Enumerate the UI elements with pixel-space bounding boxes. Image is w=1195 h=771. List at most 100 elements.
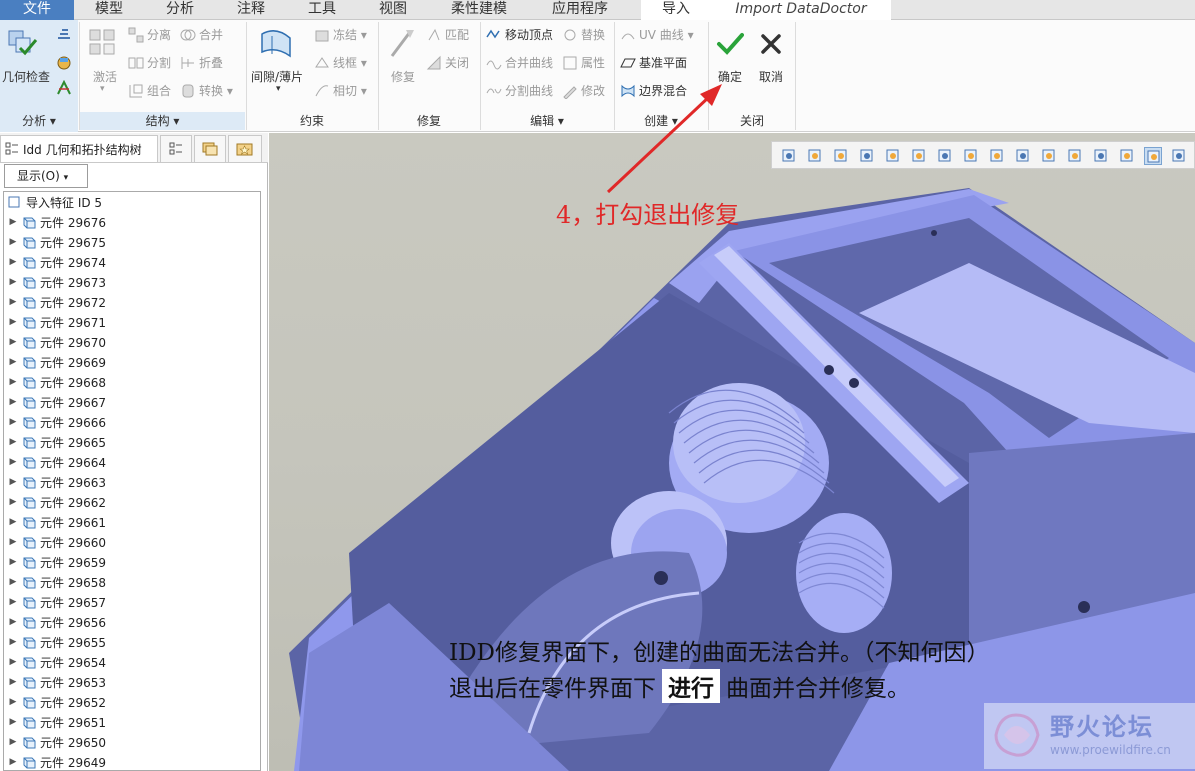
group-edit-label[interactable]: 编辑 ▾ [481,112,613,130]
activate-dropdown-icon[interactable]: ▾ [100,84,105,94]
tree-item-component[interactable]: ▶ 元件 29660 [7,532,106,552]
tree-item-component[interactable]: ▶ 元件 29673 [7,272,106,292]
tree-item-component[interactable]: ▶ 元件 29675 [7,232,106,252]
activate-label[interactable]: 激活 [93,68,117,85]
tree-item-component[interactable]: ▶ 元件 29654 [7,652,106,672]
spin-center-icon[interactable] [1144,147,1162,165]
tangent-button[interactable]: 相切 ▾ [314,82,367,99]
tree-item-component[interactable]: ▶ 元件 29663 [7,472,106,492]
tree-item-component[interactable]: ▶ 元件 29652 [7,692,106,712]
expand-arrow-icon[interactable]: ▶ [7,497,19,507]
tab-idd-tree[interactable]: Idd 几何和拓扑结构树 [0,135,158,162]
annotation-display-icon[interactable] [1170,147,1188,165]
tab-model[interactable]: 模型 [75,0,143,20]
group-structure-label[interactable]: 结构 ▾ [80,112,245,130]
tab-tools[interactable]: 工具 [287,0,357,20]
expand-arrow-icon[interactable]: ▶ [7,277,19,287]
tab-structure-icon[interactable] [160,135,192,162]
expand-arrow-icon[interactable]: ▶ [7,417,19,427]
tab-view[interactable]: 视图 [359,0,427,20]
expand-arrow-icon[interactable]: ▶ [7,657,19,667]
expand-arrow-icon[interactable]: ▶ [7,697,19,707]
tab-import[interactable]: 导入 [641,0,711,20]
expand-arrow-icon[interactable]: ▶ [7,757,19,767]
tree-item-component[interactable]: ▶ 元件 29671 [7,312,106,332]
expand-arrow-icon[interactable]: ▶ [7,737,19,747]
tree-item-component[interactable]: ▶ 元件 29670 [7,332,106,352]
expand-arrow-icon[interactable]: ▶ [7,557,19,567]
point-display-icon[interactable] [1092,147,1110,165]
close-gap-button[interactable]: 关闭 [426,54,469,71]
tree-item-component[interactable]: ▶ 元件 29656 [7,612,106,632]
expand-arrow-icon[interactable]: ▶ [7,617,19,627]
analysis-small-icon-2[interactable] [56,54,72,73]
saved-orientation-icon[interactable] [936,147,954,165]
tab-applications[interactable]: 应用程序 [531,0,629,20]
perspective-icon[interactable] [988,147,1006,165]
uv-curve-button[interactable]: UV 曲线 ▾ [620,26,694,43]
group-analysis-label[interactable]: 分析 ▾ [0,112,78,130]
expand-arrow-icon[interactable]: ▶ [7,217,19,227]
separate-button[interactable]: 分离 [128,26,171,43]
freeze-button[interactable]: 冻结 ▾ [314,26,367,43]
tree-item-component[interactable]: ▶ 元件 29649 [7,752,106,770]
axis-display-icon[interactable] [1066,147,1084,165]
datum-plane-button[interactable]: 基准平面 [620,54,687,71]
expand-arrow-icon[interactable]: ▶ [7,257,19,267]
analysis-small-icon-3[interactable] [56,79,72,99]
tree-item-component[interactable]: ▶ 元件 29653 [7,672,106,692]
repaint-icon[interactable] [858,147,876,165]
analysis-small-icon-1[interactable] [56,26,72,45]
tree-item-component[interactable]: ▶ 元件 29659 [7,552,106,572]
tab-layers-icon[interactable] [194,135,226,162]
tab-import-datadoctor[interactable]: Import DataDoctor [711,0,891,20]
fold-button[interactable]: 折叠 [180,54,223,71]
geometry-check-label[interactable]: 几何检查 [2,68,50,85]
tab-analysis[interactable]: 分析 [145,0,215,20]
ok-checkmark-icon[interactable] [716,32,744,59]
tree-item-component[interactable]: ▶ 元件 29655 [7,632,106,652]
gap-sheet-dropdown-icon[interactable]: ▾ [276,84,281,94]
expand-arrow-icon[interactable]: ▶ [7,317,19,327]
tab-file[interactable]: 文件 [0,0,74,20]
plane-display-icon[interactable] [1040,147,1058,165]
tree-item-component[interactable]: ▶ 元件 29650 [7,732,106,752]
display-style-icon[interactable] [884,147,902,165]
group-create-label[interactable]: 创建 ▾ [615,112,707,130]
tree-item-component[interactable]: ▶ 元件 29672 [7,292,106,312]
expand-arrow-icon[interactable]: ▶ [7,597,19,607]
merge-button[interactable]: 合并 [180,26,223,43]
expand-arrow-icon[interactable]: ▶ [7,477,19,487]
tree-root[interactable]: 导入特征 ID 5 [7,192,102,212]
csys-display-icon[interactable] [1118,147,1136,165]
gap-sheet-icon[interactable] [258,26,294,65]
tree-item-component[interactable]: ▶ 元件 29662 [7,492,106,512]
expand-arrow-icon[interactable]: ▶ [7,577,19,587]
split-curve-button[interactable]: 分割曲线 [486,82,553,99]
replace-button[interactable]: 替换 [562,26,605,43]
expand-arrow-icon[interactable]: ▶ [7,397,19,407]
boundary-blend-button[interactable]: 边界混合 [620,82,687,99]
cancel-label[interactable]: 取消 [759,68,783,85]
datum-display-icon[interactable] [1014,147,1032,165]
tab-flexible-modeling[interactable]: 柔性建模 [429,0,529,20]
expand-arrow-icon[interactable]: ▶ [7,637,19,647]
ok-label[interactable]: 确定 [718,68,742,85]
expand-arrow-icon[interactable]: ▶ [7,357,19,367]
tree-item-component[interactable]: ▶ 元件 29657 [7,592,106,612]
expand-arrow-icon[interactable]: ▶ [7,237,19,247]
tab-favorites-icon[interactable] [228,135,262,162]
expand-arrow-icon[interactable]: ▶ [7,677,19,687]
convert-button[interactable]: 转换 ▾ [180,82,233,99]
named-views-icon[interactable] [910,147,928,165]
combine-button[interactable]: 组合 [128,82,171,99]
show-dropdown[interactable]: 显示(O) ▾ [4,164,88,188]
zoom-out-icon[interactable] [832,147,850,165]
expand-arrow-icon[interactable]: ▶ [7,297,19,307]
tree-item-component[interactable]: ▶ 元件 29651 [7,712,106,732]
tree-item-component[interactable]: ▶ 元件 29665 [7,432,106,452]
merge-curve-button[interactable]: 合并曲线 [486,54,553,71]
tree-item-component[interactable]: ▶ 元件 29661 [7,512,106,532]
expand-arrow-icon[interactable]: ▶ [7,437,19,447]
geometry-check-icon[interactable] [6,26,40,60]
